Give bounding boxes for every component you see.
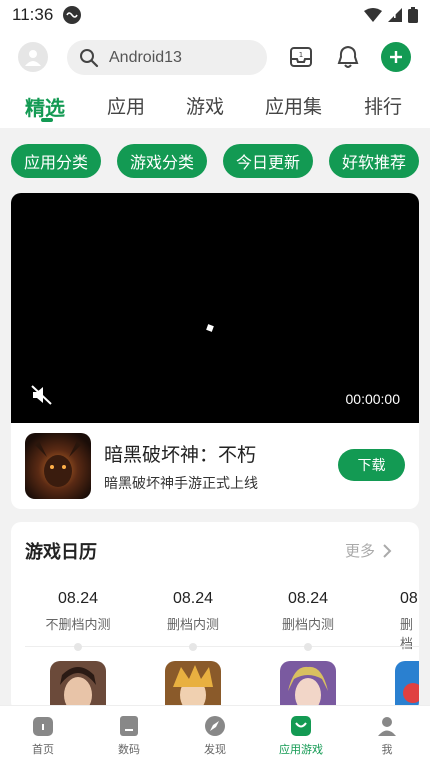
chevron-right-icon bbox=[383, 543, 392, 558]
plus-icon bbox=[390, 51, 402, 63]
timeline-dot bbox=[304, 643, 312, 651]
nav-discover-label: 发现 bbox=[204, 743, 226, 756]
user-icon bbox=[375, 714, 399, 738]
quick-chips: 应用分类 游戏分类 今日更新 好软推荐 bbox=[0, 138, 430, 184]
calendar-title: 游戏日历 bbox=[25, 542, 97, 563]
calendar-test-type: 删档内测 bbox=[281, 618, 334, 633]
user-icon bbox=[25, 50, 41, 66]
chip-recommended[interactable]: 好软推荐 bbox=[329, 144, 419, 178]
bottom-nav: 首页 数码 发现 应用游戏 我 bbox=[0, 705, 430, 764]
nav-home-label: 首页 bbox=[32, 743, 54, 756]
nav-apps-games-label: 应用游戏 bbox=[279, 743, 323, 756]
timeline-dot bbox=[189, 643, 197, 651]
loading-indicator bbox=[206, 324, 214, 332]
signal-icon bbox=[388, 8, 402, 22]
download-button[interactable]: 下载 bbox=[338, 449, 405, 481]
calendar-test-type: 删档内测 bbox=[166, 618, 219, 633]
nav-home[interactable]: 首页 bbox=[8, 714, 78, 757]
nav-me[interactable]: 我 bbox=[352, 714, 422, 757]
game-calendar: 游戏日历 更多 08.24 不删档内测 08.24 删档内测 08.24 删档内… bbox=[11, 522, 419, 712]
status-icons bbox=[364, 7, 418, 23]
calendar-entry[interactable]: 08.24 删档内测 bbox=[138, 590, 248, 633]
featured-card: 00:00:00 暗黑破坏神：不朽 暗黑破坏神手游正式上线 下载 bbox=[11, 193, 419, 509]
download-box-icon: 1 bbox=[290, 47, 312, 67]
shopping-bag-icon bbox=[289, 714, 313, 738]
app-icon-diablo bbox=[25, 433, 91, 499]
nav-digital[interactable]: 数码 bbox=[94, 714, 164, 757]
mute-icon[interactable] bbox=[31, 385, 53, 405]
tab-featured[interactable]: 精选 bbox=[25, 92, 65, 121]
bell-icon bbox=[337, 45, 359, 68]
category-tabs: 精选 应用 游戏 应用集 排行 bbox=[0, 88, 430, 128]
search-input[interactable] bbox=[109, 48, 249, 67]
home-icon bbox=[31, 714, 55, 738]
cast-icon bbox=[63, 6, 82, 24]
tab-games[interactable]: 游戏 bbox=[186, 92, 224, 119]
nav-digital-label: 数码 bbox=[118, 743, 140, 756]
tab-app-collections[interactable]: 应用集 bbox=[265, 92, 322, 119]
calendar-entry[interactable]: 08.24 删档内测 bbox=[253, 590, 363, 633]
battery-icon bbox=[408, 7, 418, 23]
compass-icon bbox=[203, 714, 227, 738]
calendar-date: 08 bbox=[400, 590, 418, 607]
nav-me-label: 我 bbox=[381, 743, 393, 756]
search-icon bbox=[80, 48, 99, 67]
avatar[interactable] bbox=[18, 42, 48, 72]
featured-app-subtitle: 暗黑破坏神手游正式上线 bbox=[104, 476, 258, 492]
download-manager-button[interactable]: 1 bbox=[286, 42, 316, 72]
top-header: 1 精选 应用 游戏 应用集 排行 bbox=[0, 30, 430, 128]
status-time: 11:36 bbox=[12, 5, 54, 24]
featured-app-title: 暗黑破坏神：不朽 bbox=[104, 444, 257, 466]
calendar-more-link[interactable]: 更多 bbox=[345, 540, 392, 561]
nav-discover[interactable]: 发现 bbox=[180, 714, 250, 757]
calendar-date: 08.24 bbox=[57, 590, 99, 607]
calendar-date: 08.24 bbox=[172, 590, 214, 607]
video-time: 00:00:00 bbox=[345, 391, 401, 407]
notification-button[interactable] bbox=[333, 42, 363, 72]
calendar-test-type: 不删档内测 bbox=[45, 618, 111, 633]
chip-today-updates[interactable]: 今日更新 bbox=[223, 144, 313, 178]
wifi-icon bbox=[364, 8, 382, 22]
status-bar: 11:36 bbox=[0, 0, 430, 30]
add-button[interactable] bbox=[381, 42, 411, 72]
timeline-line bbox=[25, 646, 419, 647]
timeline-dot bbox=[74, 643, 82, 651]
phone-icon bbox=[117, 714, 141, 738]
chip-game-categories[interactable]: 游戏分类 bbox=[117, 144, 207, 178]
nav-apps-games[interactable]: 应用游戏 bbox=[266, 714, 336, 757]
calendar-date: 08.24 bbox=[287, 590, 329, 607]
chip-app-categories[interactable]: 应用分类 bbox=[11, 144, 101, 178]
video-player[interactable]: 00:00:00 bbox=[11, 193, 419, 423]
featured-app-row[interactable]: 暗黑破坏神：不朽 暗黑破坏神手游正式上线 下载 bbox=[11, 423, 419, 509]
svg-text:1: 1 bbox=[299, 51, 303, 59]
tab-rankings[interactable]: 排行 bbox=[364, 92, 402, 119]
tab-apps[interactable]: 应用 bbox=[107, 92, 145, 119]
calendar-entry[interactable]: 08 删档 bbox=[368, 590, 419, 652]
calendar-entry[interactable]: 08.24 不删档内测 bbox=[23, 590, 133, 633]
search-bar[interactable] bbox=[67, 40, 267, 75]
tab-indicator bbox=[41, 118, 53, 122]
more-label: 更多 bbox=[345, 542, 376, 560]
